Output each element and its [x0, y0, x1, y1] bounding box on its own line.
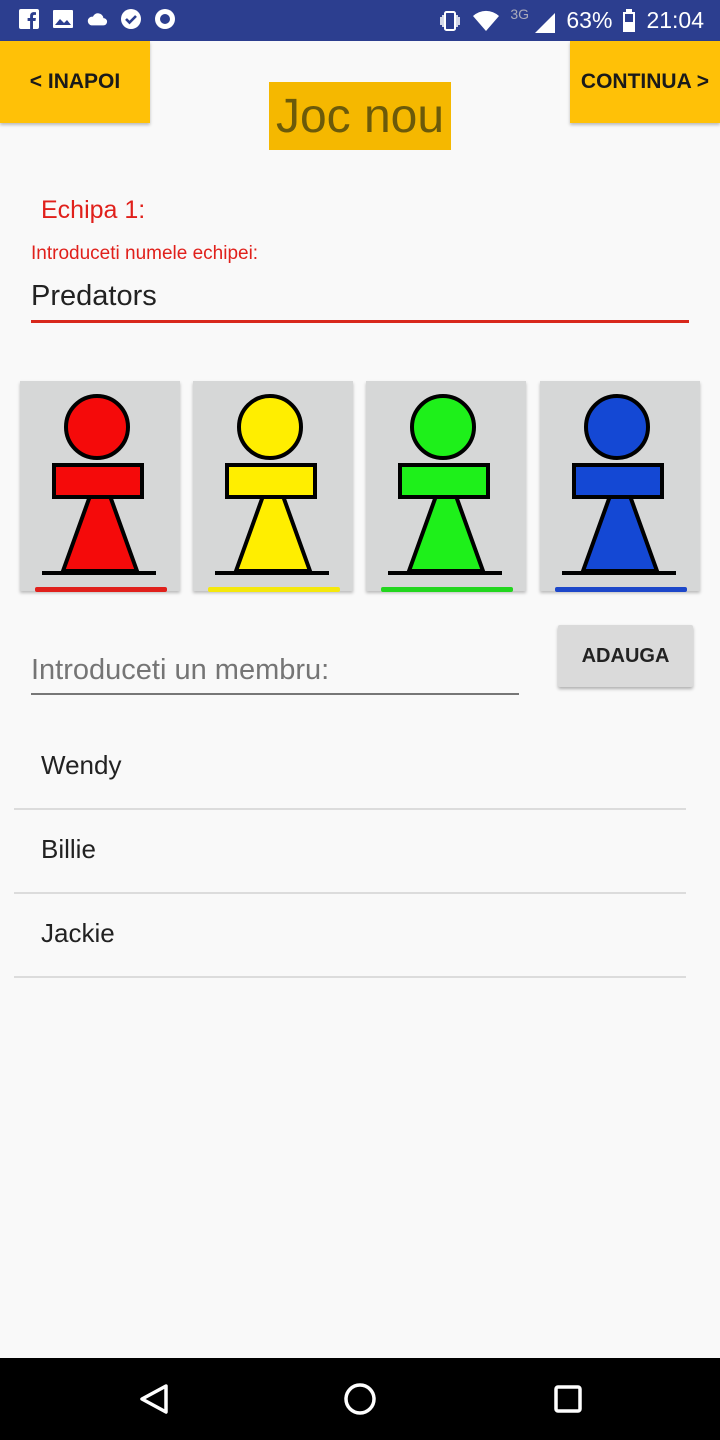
battery-percent: 63% [566, 7, 613, 33]
facebook-icon [19, 9, 39, 29]
check-icon [121, 9, 141, 29]
pawn-blue-button[interactable] [540, 381, 700, 592]
clock: 21:04 [646, 7, 704, 33]
home-icon[interactable] [335, 1358, 385, 1440]
pawn-icon [215, 394, 329, 575]
pawn-color-indicator [381, 587, 513, 592]
image-icon [53, 10, 73, 28]
network-type: 3G [510, 5, 530, 22]
pawn-red-button[interactable] [20, 381, 180, 592]
list-item[interactable]: Jackie [14, 892, 686, 978]
status-bar: 3G 63% 21:04 [0, 0, 720, 41]
battery-icon [623, 8, 636, 32]
back-icon[interactable] [130, 1358, 180, 1440]
pawn-icon [562, 394, 676, 575]
navigation-bar [0, 1358, 720, 1440]
recents-icon[interactable] [542, 1358, 592, 1440]
member-name: Billie [41, 834, 96, 864]
signal-icon: 3G [510, 6, 556, 36]
record-icon [155, 9, 175, 29]
pawn-yellow-button[interactable] [193, 381, 353, 592]
member-input-underline [31, 693, 519, 695]
member-name: Wendy [41, 750, 122, 780]
vibrate-icon [440, 10, 461, 31]
list-item[interactable]: Billie [14, 808, 686, 894]
back-button[interactable]: < INAPOI [0, 41, 150, 123]
pawn-green-button[interactable] [366, 381, 526, 592]
add-member-button[interactable]: ADAUGA [558, 625, 693, 687]
notification-icons [18, 8, 176, 30]
pawn-icon [42, 394, 156, 575]
team-label: Echipa 1: [41, 196, 146, 224]
team-name-input[interactable]: Predators [31, 280, 157, 313]
continue-button[interactable]: CONTINUA > [570, 41, 720, 123]
system-icons: 3G 63% 21:04 [438, 0, 704, 41]
team-name-label: Introduceti numele echipei: [31, 243, 259, 264]
pawn-icon [388, 394, 502, 575]
page-title: Joc nou [269, 82, 451, 150]
pawn-color-indicator [208, 587, 340, 592]
member-input[interactable] [31, 650, 519, 690]
list-item[interactable]: Wendy [14, 724, 686, 810]
wifi-icon [473, 10, 500, 31]
team-name-underline [31, 320, 689, 323]
pawn-color-indicator [35, 587, 167, 592]
member-name: Jackie [41, 918, 115, 948]
cloud-icon [87, 13, 108, 26]
pawn-color-indicator [555, 587, 687, 592]
